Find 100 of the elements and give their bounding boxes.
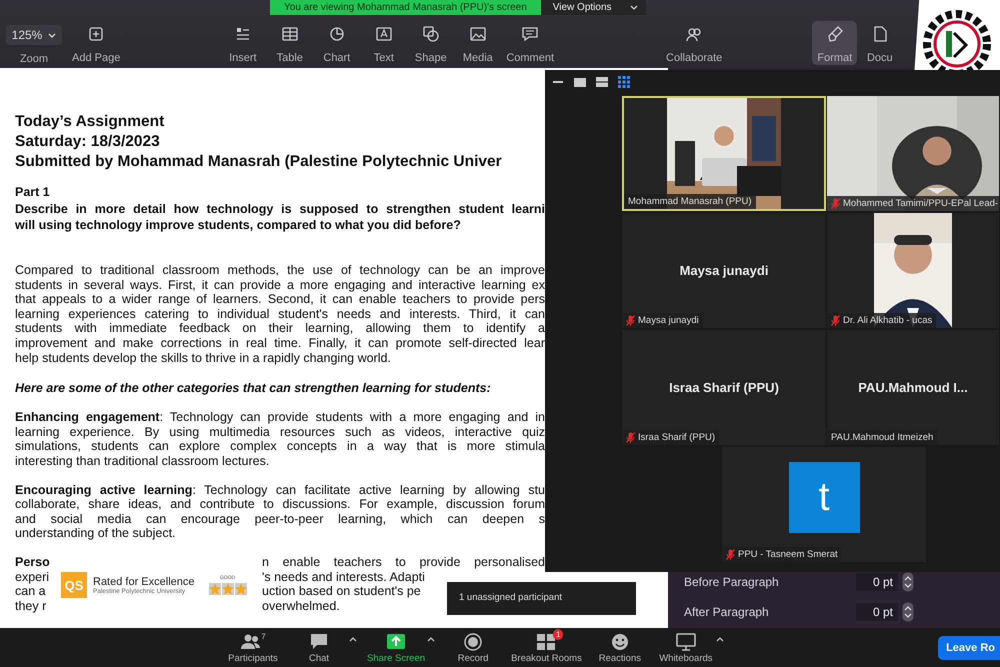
paragraph-line: help students develop the skills to thrive in a rapidly changing world. (15, 350, 392, 366)
document-title: Today’s Assignment (15, 112, 166, 132)
whiteboard-icon (676, 632, 696, 650)
view-button[interactable] (594, 74, 610, 90)
paragraph-line: that appeals to a wider range of learners. Second, it can enable teachers to provide pers (15, 292, 545, 307)
meeting-button[interactable]: Share Screen (367, 632, 426, 664)
view-options-button[interactable]: View Options (540, 0, 646, 15)
toolbar-button[interactable]: Media (455, 21, 500, 65)
name-label: Mohammad Manasrah (PPU) (624, 194, 756, 209)
meeting-button[interactable]: Reactions (592, 632, 648, 664)
section-heading: Part 1 (15, 184, 51, 200)
question-text: will using technology improve students, compared to what you did before? (15, 217, 462, 233)
paragraph-line: students in several ways. First, it can provide a more engaging and interactive learning ex (15, 278, 545, 292)
people-icon (240, 632, 260, 650)
star-icon (234, 583, 246, 595)
share-banner: You are viewing Mohammad Manasrah (PPU)'s screen (270, 0, 541, 15)
paragraph-line: improvement and make corrections in real time. Finally, it can promote self-directed lear (15, 336, 545, 351)
participant-name: PAU.Mahmoud I... (858, 380, 968, 395)
paragraph-line: understanding of the subject. (15, 526, 177, 541)
paragraph-line: experi (15, 570, 50, 584)
field-label: After Paragraph (684, 605, 770, 619)
toolbar-button[interactable]: Chart (314, 21, 360, 65)
paragraph-line: Compared to traditional classroom methods, the use of technology can be an improve (15, 263, 545, 278)
muted-mic-icon (626, 432, 635, 443)
meeting-button[interactable]: Chat (291, 632, 347, 664)
speech-bubble-icon (521, 25, 540, 43)
video-tile[interactable]: Mohammed Tamimi/PPU-EPal Lead- (827, 96, 999, 211)
muted-mic-icon (626, 315, 635, 326)
paragraph-line: interesting than traditional classroom lectures. (15, 454, 270, 469)
avatar-initial: t (788, 462, 860, 533)
field-label: Before Paragraph (684, 575, 780, 589)
paragraph-line: simulations, students can explore complex concepts in a way that is more stimula (15, 439, 545, 454)
view-button[interactable] (616, 74, 632, 90)
participant-name: Israa Sharif (PPU) (669, 380, 779, 395)
toolbar-button[interactable]: Format (812, 21, 858, 65)
toolbar-button[interactable]: Collaborate (662, 21, 726, 65)
plus-icon (87, 25, 106, 43)
text-box-icon (374, 25, 393, 43)
paragraph-line: and social media can encourage peer-to-peer learning, which can deepen s (15, 512, 545, 526)
caret-icon (48, 32, 56, 38)
meeting-button[interactable]: Record (445, 632, 502, 664)
paragraph-line: Enhancing engagement: Technology can provide students with a more engaging and in (15, 410, 545, 425)
notification-badge: 1 (553, 628, 564, 640)
meeting-button[interactable]: 1 Breakout Rooms (511, 632, 582, 664)
video-tile[interactable]: Dr. Ali Alkhatib - ucas (827, 213, 999, 328)
stepper-control[interactable] (902, 602, 914, 622)
badge-title: Rated for Excellence (93, 576, 194, 588)
document-title: Saturday: 18/3/2023 (15, 132, 161, 152)
table-icon (280, 25, 299, 43)
toolbar-button[interactable]: Docu (857, 21, 902, 65)
toolbar-button[interactable]: Comment (502, 21, 558, 65)
leave-button[interactable]: Leave Ro (938, 636, 1000, 660)
caret-icon[interactable] (427, 636, 436, 642)
name-label: PAU.Mahmoud Itmeizeh (827, 430, 938, 445)
meeting-button[interactable]: 7 Participants (225, 632, 281, 664)
paragraph-line: collaborate, share ideas, and contribute to discussions. For example, discussion forum (15, 497, 545, 512)
caret-icon[interactable] (716, 636, 724, 642)
star-icon (222, 583, 234, 595)
video-tile[interactable]: PAU.Mahmoud I... PAU.Mahmoud Itmeizeh (827, 330, 999, 445)
toolbar-button[interactable]: Insert (220, 21, 266, 65)
caret-icon[interactable] (349, 636, 357, 642)
strip-view-icon (596, 77, 608, 87)
number-field[interactable]: 0 pt (856, 603, 898, 621)
video-tile[interactable]: t PPU - Tasneem Smerat (722, 447, 926, 562)
participant-name: Maysa junaydi (680, 263, 768, 278)
paragraph-line: overwhelmed. (262, 598, 340, 614)
question-text: Describe in more detail how technology is supposed to strengthen student learni (15, 201, 545, 217)
muted-mic-icon (726, 549, 735, 560)
toolbar-button[interactable]: Add Page (68, 21, 124, 65)
paragraph-line: uction based on student's pe (262, 584, 421, 599)
paragraph-line: can a (15, 584, 46, 599)
stepper-control[interactable] (902, 572, 914, 592)
paragraph-line: Encouraging active learning: Technology can facilitate active learning by allowing stu (15, 482, 545, 498)
name-label: Dr. Ali Alkhatib - ucas (827, 313, 936, 328)
name-label: Maysa junaydi (622, 313, 703, 328)
zoom-label: Zoom (20, 53, 48, 65)
paragraph-line: learning experiences catering to individual student's needs and interests. Third, it can (15, 306, 545, 322)
meeting-button[interactable]: Whiteboards (658, 632, 714, 664)
name-label: Mohammed Tamimi/PPU-EPal Lead- (827, 196, 999, 211)
muted-mic-icon (831, 198, 840, 209)
speaker-view-icon (574, 78, 586, 86)
document-title: Submitted by Mohammad Manasrah (Palestine Polytechnic Univer (15, 152, 503, 172)
speech-bubble-icon (309, 632, 329, 650)
video-tile[interactable]: Israa Sharif (PPU) Israa Sharif (PPU) (622, 330, 826, 445)
qs-logo: QS (61, 572, 87, 598)
paragraph-line: students with immediate feedback on their learning, allowing them to identify a (15, 321, 545, 336)
paragraph-line: n enable teachers to provide personalised (262, 554, 545, 570)
toolbar-button[interactable]: Text (361, 21, 406, 65)
zoom-dropdown[interactable]: 125% (6, 25, 62, 45)
video-tile[interactable]: Mohammad Manasrah (PPU) (622, 96, 826, 211)
tooltip: 1 unassigned participant (447, 582, 636, 615)
toolbar-button[interactable]: Table (267, 21, 312, 65)
paragraph-line: Perso (15, 554, 50, 570)
number-field[interactable]: 0 pt (856, 573, 898, 591)
paintbrush-icon (826, 25, 844, 43)
toolbar-button[interactable]: Shape (408, 21, 454, 65)
paragraph-line: learning experience. By using multimedia resources such as videos, interactive quiz (15, 424, 545, 440)
record-icon (463, 632, 484, 650)
video-tile[interactable]: Maysa junaydi Maysa junaydi (622, 213, 826, 328)
name-label: PPU - Tasneem Smerat (722, 547, 842, 562)
